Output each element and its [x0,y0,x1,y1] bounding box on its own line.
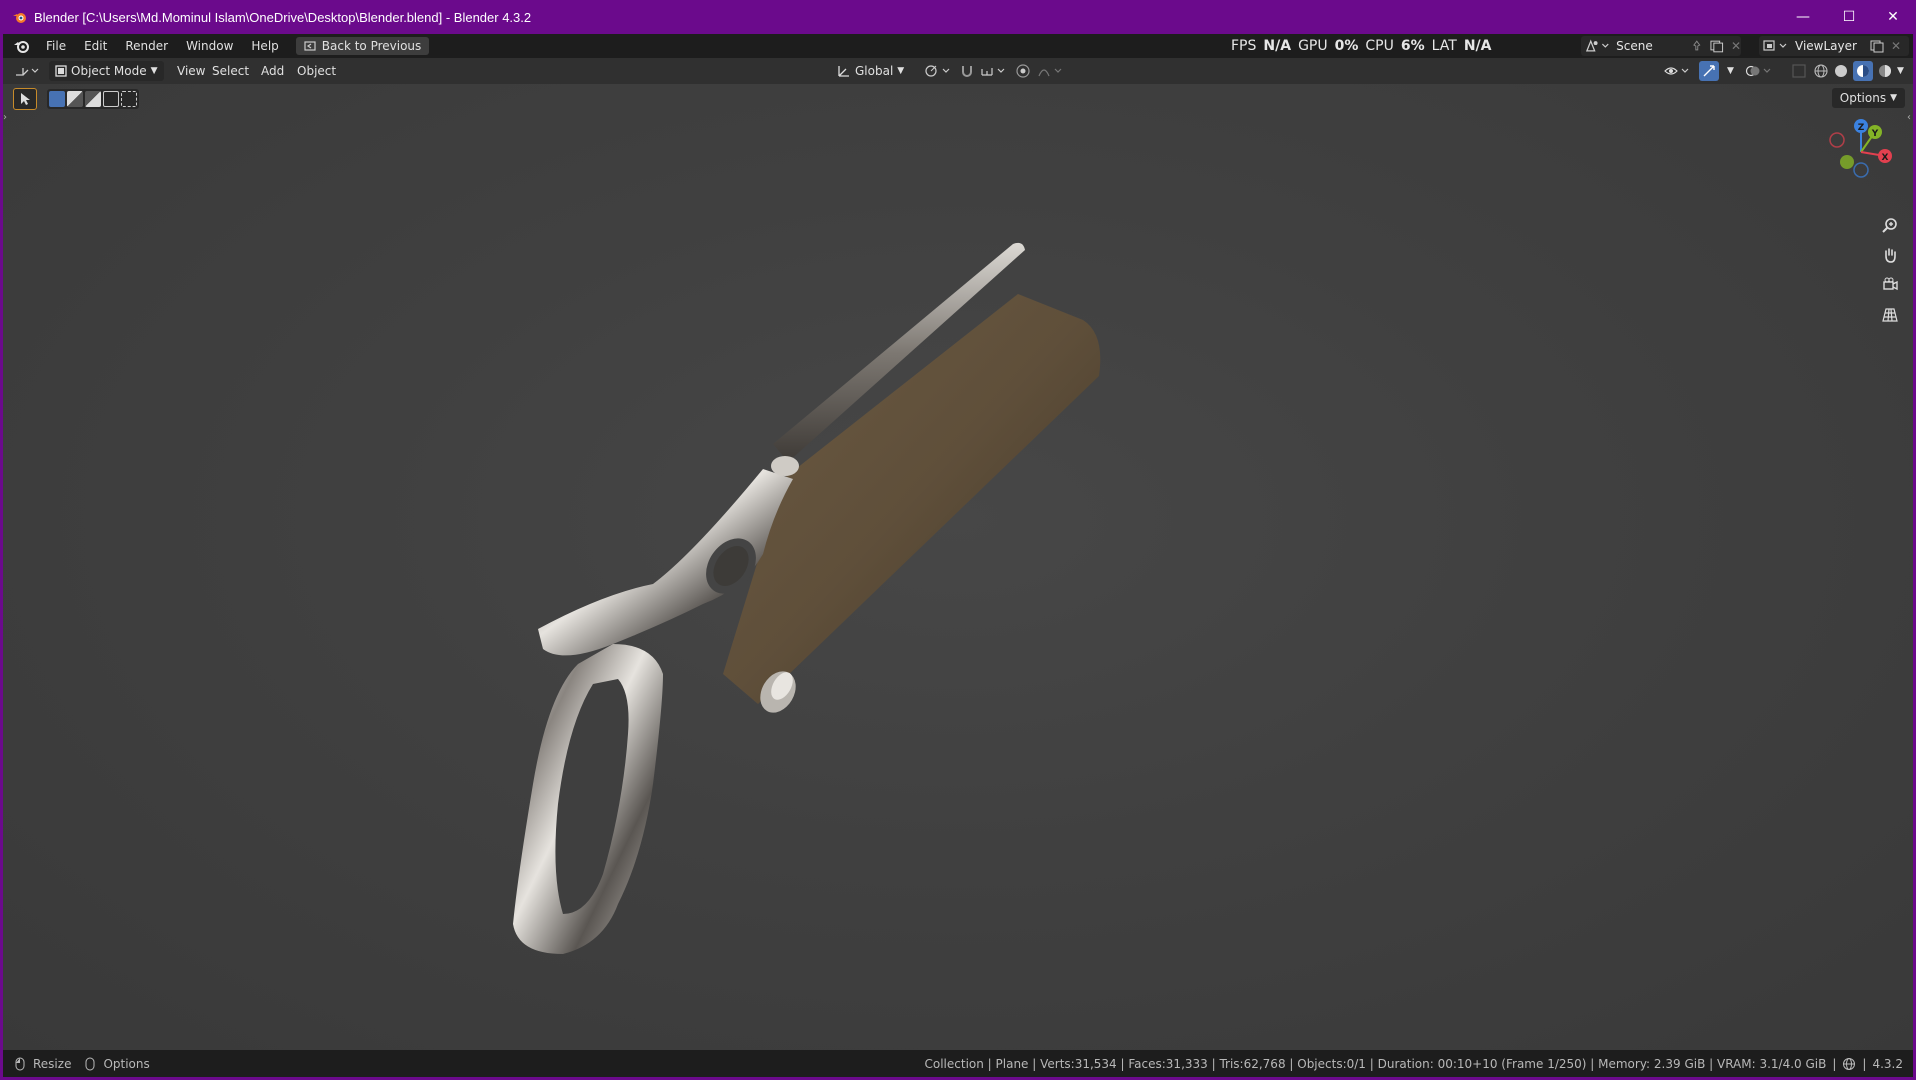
chevron-down-icon: ▼ [897,66,905,76]
blender-menu-icon[interactable] [13,37,31,55]
blender-version: 4.3.2 [1872,1056,1903,1071]
overlays-icon [1745,65,1771,77]
view-layer-selector[interactable]: ViewLayer ✕ [1759,36,1909,56]
object-mode-label: Object Mode [71,64,147,78]
status-options-label: Options [103,1056,150,1071]
scene-object-render[interactable] [3,84,1913,1050]
blender-logo-icon [13,13,26,23]
viewport-header: Object Mode ▼ View Select Add Object Glo… [3,58,1913,84]
scene-name[interactable]: Scene [1616,39,1690,53]
object-mode-icon [55,65,67,77]
magnet-icon [962,66,972,77]
pin-icon[interactable] [1690,39,1704,53]
gizmo-icon [1699,61,1719,81]
menu-render[interactable]: Render [116,39,177,53]
falloff-dropdown[interactable] [1037,61,1065,81]
menu-file[interactable]: File [37,39,75,53]
chevron-down-icon[interactable]: ▼ [1897,66,1904,76]
snap-target-dropdown[interactable] [979,61,1009,81]
network-globe-icon[interactable] [1842,1057,1856,1071]
fps-value: N/A [1263,38,1292,54]
remove-scene-icon[interactable]: ✕ [1731,39,1741,53]
status-separator: | [1862,1056,1867,1071]
solid-shading-icon[interactable] [1833,63,1849,79]
xray-toggle[interactable] [1791,61,1807,81]
editor-type-selector[interactable] [13,61,41,81]
fps-label: FPS [1231,38,1257,54]
3d-viewport[interactable]: Options ▼ › ‹ Z Y X [3,84,1913,1050]
performance-overlay: FPS N/A GPU 0% CPU 6% LAT N/A [1231,34,1491,58]
top-menu-bar: File Edit Render Window Help Back to Pre… [3,34,1913,58]
view-layer-icon [1763,40,1787,51]
header-menu-select[interactable]: Select [212,61,249,81]
gpu-value: 0% [1334,38,1359,54]
close-button[interactable]: ✕ [1870,0,1916,34]
xray-icon [1792,64,1806,78]
cpu-label: CPU [1365,38,1394,54]
rendered-shading-icon[interactable] [1877,63,1893,79]
minimize-button[interactable]: — [1780,0,1826,34]
maximize-button[interactable]: ☐ [1826,0,1872,34]
overlays-toggle[interactable] [1745,61,1775,81]
maximize-icon: ☐ [1842,9,1856,25]
lat-label: LAT [1431,38,1457,54]
lat-value: N/A [1463,38,1492,54]
view-layer-name[interactable]: ViewLayer [1795,39,1869,53]
status-separator: | [1832,1056,1837,1071]
new-view-layer-icon[interactable] [1869,39,1885,53]
gpu-label: GPU [1298,38,1328,54]
new-scene-icon[interactable] [1709,39,1725,53]
pivot-icon [925,65,950,77]
status-hints: Resize Options [13,1057,150,1071]
gizmo-toggle[interactable]: ▼ [1699,61,1734,81]
menu-help[interactable]: Help [242,39,287,53]
menu-edit[interactable]: Edit [75,39,116,53]
back-to-previous-button[interactable]: Back to Previous [295,37,430,55]
proportional-editing-icon [1016,64,1030,78]
proportional-editing-toggle[interactable] [1015,61,1031,81]
chevron-down-icon: ▼ [150,66,158,76]
header-menu-add[interactable]: Add [261,61,284,81]
scene-statistics: Collection | Plane | Verts:31,534 | Face… [924,1056,1827,1071]
visibility-dropdown[interactable] [1663,61,1693,81]
instrument-model[interactable] [513,242,1101,954]
header-menu-view[interactable]: View [177,61,205,81]
menu-window[interactable]: Window [177,39,242,53]
blender-main-frame: File Edit Render Window Help Back to Pre… [3,34,1913,1077]
back-to-previous-label: Back to Previous [321,39,422,53]
falloff-curve-icon [1038,68,1062,77]
status-info: Collection | Plane | Verts:31,534 | Face… [925,1057,1904,1071]
material-preview-shading-icon[interactable] [1853,61,1873,81]
chevron-down-icon[interactable]: ▼ [1727,66,1734,76]
wireframe-shading-icon[interactable] [1813,63,1829,79]
object-mode-dropdown[interactable]: Object Mode ▼ [49,61,164,81]
transform-orientation-dropdown[interactable]: Global ▼ [837,61,904,81]
window-title: Blender [C:\Users\Md.Mominul Islam\OneDr… [34,9,532,25]
status-resize-label: Resize [33,1056,72,1071]
cpu-value: 6% [1400,38,1425,54]
global-orientation-icon [838,66,849,77]
eye-icon [1664,67,1689,75]
snap-toggle[interactable] [959,61,975,81]
window-titlebar: Blender [C:\Users\Md.Mominul Islam\OneDr… [0,0,1916,34]
mouse-right-icon [85,1057,95,1070]
shading-mode-group: ▼ [1813,61,1904,81]
3d-viewport-icon [16,68,39,76]
minimize-icon: — [1796,9,1810,25]
status-bar: Resize Options Collection | Plane | Vert… [3,1050,1913,1077]
transform-orientation-label: Global [855,64,894,78]
back-screen-icon [304,41,316,51]
pivot-point-dropdown[interactable] [923,61,953,81]
snap-increment-icon [981,68,1005,76]
remove-view-layer-icon[interactable]: ✕ [1891,39,1901,53]
mouse-left-icon [15,1057,25,1070]
header-menu-object[interactable]: Object [297,61,336,81]
scene-icon [1585,39,1609,52]
close-icon: ✕ [1887,9,1899,25]
scene-selector[interactable]: Scene ✕ [1581,36,1741,56]
